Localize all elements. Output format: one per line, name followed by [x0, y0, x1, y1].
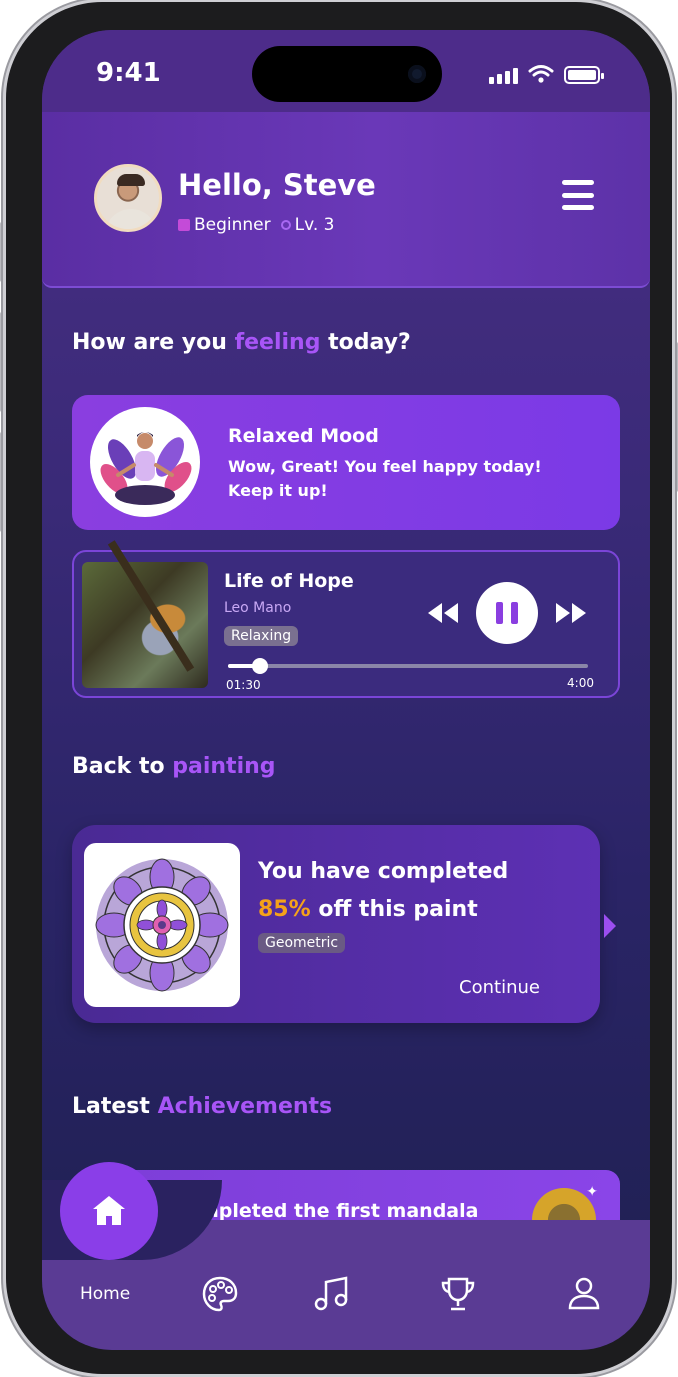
menu-icon[interactable] [562, 180, 594, 210]
progress-knob[interactable] [252, 658, 269, 674]
progress-slider[interactable] [228, 658, 588, 674]
nav-home-label: Home [80, 1284, 131, 1304]
greeting: Hello, Steve [178, 168, 376, 202]
painting-card[interactable]: You have completed 85% off this paint Ge… [72, 825, 600, 1023]
current-time: 01:30 [226, 678, 261, 692]
achievements-title-pre: Latest [72, 1094, 158, 1119]
camera-icon [408, 65, 426, 83]
mood-title-post: today? [320, 330, 411, 355]
pause-icon [496, 602, 503, 624]
phone-frame: 9:41 Hello, Steve Beginner Lv. 3 How are… [0, 2, 678, 1374]
achievements-title-highlight: Achievements [157, 1094, 333, 1119]
paint-progress-text: You have completed 85% off this paint [258, 853, 588, 929]
profile-icon[interactable] [564, 1274, 604, 1314]
status-time: 9:41 [96, 58, 161, 88]
song-title: Life of Hope [224, 570, 354, 592]
trophy-icon[interactable] [438, 1274, 478, 1314]
achievements-section-title: Latest Achievements [72, 1094, 332, 1119]
volume-up-button [0, 312, 1, 412]
meditation-illustration [90, 407, 200, 517]
music-icon[interactable] [312, 1274, 352, 1314]
total-time: 4:00 [567, 676, 594, 690]
avatar[interactable] [94, 164, 162, 232]
painting-title-highlight: painting [172, 754, 276, 779]
playback-controls [426, 582, 588, 644]
palette-icon[interactable] [200, 1274, 240, 1314]
status-bar: 9:41 [42, 30, 650, 112]
level-number: Lv. 3 [294, 215, 335, 235]
mood-section-title: How are you feeling today? [72, 330, 411, 355]
paint-line1: You have completed [258, 859, 509, 884]
level-name: Beginner [194, 215, 271, 235]
paint-line2: off this paint [310, 897, 478, 922]
level-info: Beginner Lv. 3 [178, 215, 334, 235]
pause-button[interactable] [476, 582, 538, 644]
rewind-icon[interactable] [426, 601, 460, 625]
painting-title-pre: Back to [72, 754, 173, 779]
music-tag: Relaxing [224, 626, 299, 646]
home-icon [93, 1196, 125, 1225]
action-button [0, 222, 1, 282]
paint-tag: Geometric [258, 933, 346, 953]
mood-title-pre: How are you [72, 330, 235, 355]
nav-home-button[interactable] [60, 1162, 158, 1260]
mood-message: Wow, Great! You feel happy today! Keep i… [228, 457, 542, 500]
volume-down-button [0, 432, 1, 532]
album-cover[interactable] [82, 540, 208, 688]
app-screen: 9:41 Hello, Steve Beginner Lv. 3 How are… [42, 30, 650, 1350]
painting-section-title: Back to painting [72, 754, 276, 779]
battery-icon [564, 66, 604, 84]
mood-card[interactable]: Relaxed Mood Wow, Great! You feel happy … [72, 395, 620, 530]
paint-percent: 85% [258, 897, 311, 922]
status-icons [489, 64, 604, 84]
mandala-thumbnail [84, 843, 240, 1007]
song-artist: Leo Mano [224, 600, 292, 616]
fast-forward-icon[interactable] [554, 601, 588, 625]
dynamic-island [252, 46, 442, 102]
mood-title-highlight: feeling [234, 330, 321, 355]
next-painting-icon[interactable] [604, 914, 616, 938]
mandala-image [95, 858, 229, 992]
level-icon [280, 220, 291, 230]
rank-icon [178, 219, 190, 231]
mood-title: Relaxed Mood [228, 425, 379, 447]
signal-icon [489, 68, 518, 84]
music-player: Life of Hope Leo Mano Relaxing 01:30 4:0… [72, 540, 620, 698]
continue-button[interactable]: Continue [459, 977, 540, 998]
wifi-icon [528, 65, 554, 83]
profile-header: Hello, Steve Beginner Lv. 3 [42, 112, 650, 288]
